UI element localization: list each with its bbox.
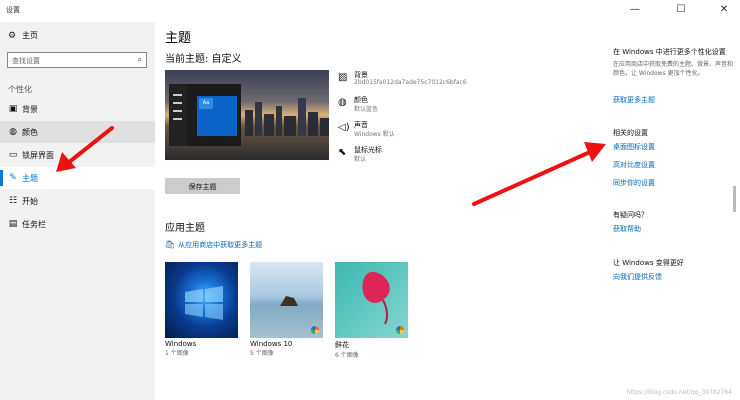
store-icon: 🛍 (165, 240, 176, 249)
search-input[interactable]: 查找设置 ⌕ (7, 52, 147, 68)
sidebar-item-label: 主题 (22, 174, 38, 183)
theme-count: 5 个图像 (250, 350, 274, 357)
improve-heading: 让 Windows 变得更好 (613, 259, 684, 267)
theme-card-windows10[interactable]: Windows 10 5 个图像 (250, 262, 323, 357)
attr-sub: 2bd015fa012da7ade75c7012c6bfac6 (354, 79, 467, 86)
theme-name: Windows 10 (250, 340, 293, 348)
feedback-link[interactable]: 向我们提供反馈 (613, 272, 662, 282)
cursor-icon: ⬉ (338, 147, 347, 158)
speaker-icon: ◁) (338, 122, 350, 133)
start-icon: ☷ (8, 196, 18, 206)
question-heading: 有疑问吗？ (613, 211, 648, 219)
theme-card-flowers[interactable]: 鲜花 6 个图像 (335, 262, 408, 359)
sync-settings-link[interactable]: 同步你的设置 (613, 178, 655, 188)
search-placeholder: 查找设置 (12, 57, 40, 65)
sidebar: ⚙ 主页 查找设置 ⌕ 个性化 ▣ 背景 ◍ 颜色 ▭ 锁屏界面 ✎ 主题 ☷ 开… (0, 22, 155, 400)
high-contrast-settings-link[interactable]: 高对比度设置 (613, 160, 655, 170)
sidebar-item-label: 背景 (22, 105, 38, 114)
attr-sub: 默认蓝色 (354, 106, 379, 113)
theme-card-windows[interactable]: Windows 1 个图像 (165, 262, 238, 357)
scrollbar[interactable] (733, 186, 736, 212)
home-label: 主页 (22, 31, 38, 40)
theme-count: 1 个图像 (165, 350, 189, 357)
theme-count: 6 个图像 (335, 352, 359, 359)
store-link-label: 从应用商店中获取更多主题 (178, 241, 263, 249)
sidebar-item-colors[interactable]: ◍ 颜色 (0, 121, 155, 143)
watermark: https://blog.csdn.net/qq_39782764 (626, 389, 732, 396)
palette-icon (396, 326, 404, 334)
theme-icon: ✎ (9, 173, 17, 183)
get-help-link[interactable]: 获取帮助 (613, 224, 641, 234)
related-settings-heading: 相关的设置 (613, 129, 648, 137)
settings-window: 设置 — ☐ ✕ ⚙ 主页 查找设置 ⌕ 个性化 ▣ 背景 ◍ 颜色 ▭ 锁屏界面… (0, 0, 740, 400)
sidebar-item-label: 任务栏 (22, 220, 46, 229)
attr-sub: Windows 默认 (354, 131, 395, 138)
sidebar-item-themes[interactable]: ✎ 主题 (0, 167, 155, 189)
theme-preview: Aa (165, 70, 329, 160)
attr-sub: 默认 (354, 156, 367, 163)
theme-name: 鲜花 (335, 341, 349, 349)
sidebar-item-start[interactable]: ☷ 开始 (0, 190, 155, 212)
main-content: 主题 当前主题: 自定义 Aa ▨ 背景 2bd015fa012da7ade75… (155, 22, 595, 400)
title-bar: 设置 — ☐ ✕ (0, 0, 740, 22)
preview-tile: Aa (199, 98, 213, 109)
palette-icon: ◍ (9, 127, 17, 137)
theme-name: Windows (165, 340, 197, 348)
image-icon: ▣ (8, 104, 18, 114)
taskbar-icon: ▤ (8, 219, 18, 229)
sidebar-item-label: 开始 (22, 197, 38, 206)
sync-text: 在应用商店中获取免费的主题、背景、声音和颜色，让 Windows 更加个性化。 (613, 61, 734, 77)
preview-sidebar (169, 84, 187, 146)
sidebar-item-background[interactable]: ▣ 背景 (0, 98, 155, 120)
home-gear-icon: ⚙ (8, 31, 17, 41)
sidebar-item-taskbar[interactable]: ▤ 任务栏 (0, 213, 155, 235)
window-title: 设置 (6, 6, 20, 14)
picture-icon: ▨ (338, 72, 348, 83)
attr-background[interactable]: ▨ 背景 2bd015fa012da7ade75c7012c6bfac6 (338, 70, 538, 92)
home-link[interactable]: ⚙ 主页 (8, 30, 38, 41)
lock-screen-icon: ▭ (8, 150, 18, 160)
maximize-button[interactable]: ☐ (672, 2, 690, 18)
desktop-icon-settings-link[interactable]: 桌面图标设置 (613, 142, 655, 152)
current-theme-heading: 当前主题: 自定义 (165, 54, 242, 65)
page-title: 主题 (165, 31, 192, 46)
save-theme-button[interactable]: 保存主题 (165, 178, 240, 194)
palette-icon (311, 326, 319, 334)
sidebar-item-label: 颜色 (22, 128, 38, 137)
theme-thumbnail (250, 262, 323, 338)
section-label: 个性化 (8, 85, 32, 94)
attr-sound[interactable]: ◁) 声音 Windows 默认 (338, 120, 538, 142)
windows-logo-light (185, 286, 223, 320)
right-pane: 在 Windows 中进行更多个性化设置 在应用商店中获取免费的主题、背景、声音… (605, 22, 740, 400)
attr-cursor[interactable]: ⬉ 鼠标光标 默认 (338, 145, 538, 167)
theme-thumbnail (335, 262, 408, 338)
apply-theme-heading: 应用主题 (165, 223, 205, 234)
search-icon[interactable]: ⌕ (138, 55, 142, 65)
theme-thumbnail (165, 262, 238, 338)
close-button[interactable]: ✕ (715, 2, 733, 18)
get-more-themes-link[interactable]: 获取更多主题 (613, 95, 655, 105)
sidebar-item-label: 锁屏界面 (22, 151, 54, 160)
palette-icon: ◍ (338, 97, 347, 108)
preview-start-menu: Aa (169, 84, 241, 146)
sync-heading: 在 Windows 中进行更多个性化设置 (613, 48, 726, 56)
sidebar-item-lock-screen[interactable]: ▭ 锁屏界面 (0, 144, 155, 166)
attr-color[interactable]: ◍ 颜色 默认蓝色 (338, 95, 538, 117)
store-link[interactable]: 🛍 从应用商店中获取更多主题 (165, 240, 262, 250)
minimize-button[interactable]: — (626, 2, 644, 18)
